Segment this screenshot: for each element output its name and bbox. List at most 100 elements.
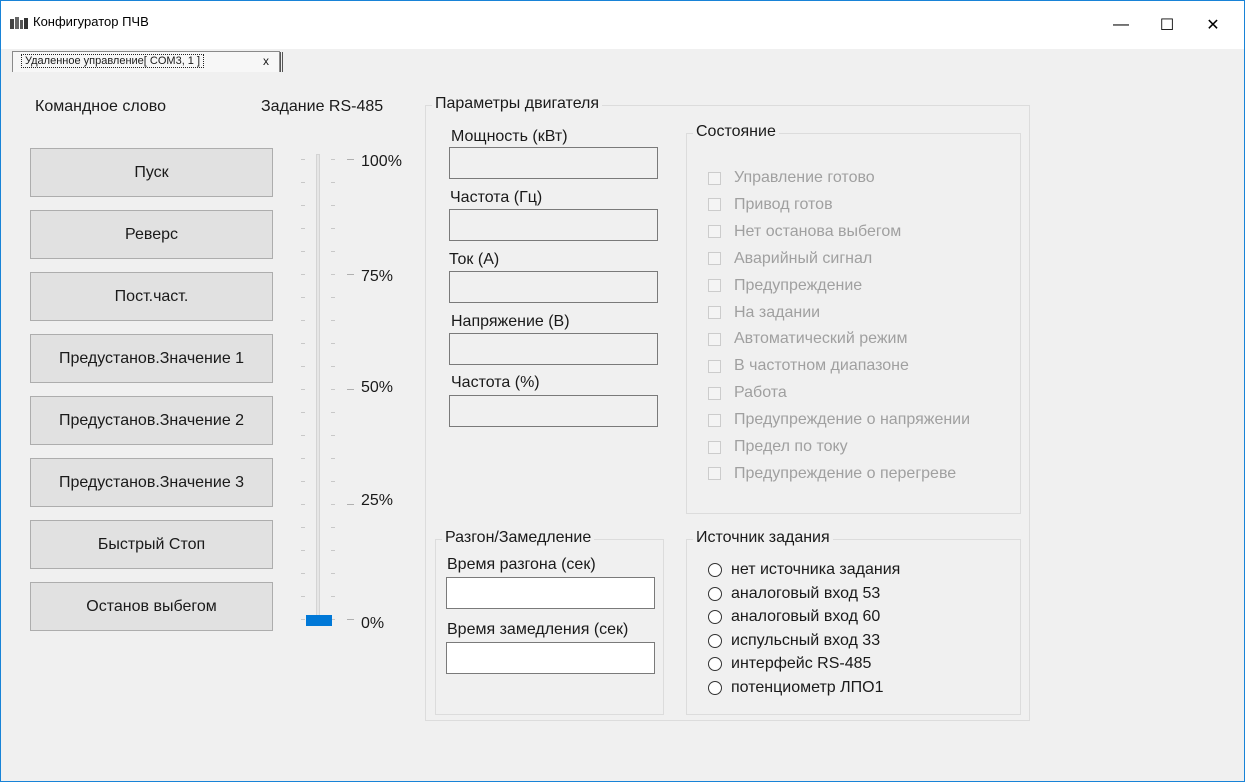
voltage-label: Напряжение (В) [451,313,570,330]
status-checkbox[interactable]: Управление готово [708,169,875,187]
current-field[interactable] [449,271,658,303]
slider-tick [331,274,335,275]
slider-tick [301,481,305,482]
status-checkbox-label: В частотном диапазоне [734,357,909,375]
preset-value-2-button[interactable]: Предустанов.Значение 2 [30,396,273,445]
radio-button-icon[interactable] [708,681,722,695]
checkbox-icon[interactable] [708,359,721,373]
window-title: Конфигуратор ПЧВ [33,14,149,29]
checkbox-icon[interactable] [708,252,721,266]
status-checkbox[interactable]: Нет останова выбегом [708,223,901,241]
ramp-title: Разгон/Замедление [442,529,595,547]
reverse-button[interactable]: Реверс [30,210,273,259]
setpoint-source-option[interactable]: аналоговый вход 60 [708,608,880,626]
status-checkbox[interactable]: Привод готов [708,196,833,214]
checkbox-icon[interactable] [708,440,721,454]
slider-tick [331,573,335,574]
slider-tick [331,389,335,390]
checkbox-icon[interactable] [708,413,721,427]
status-checkbox[interactable]: Аварийный сигнал [708,250,872,268]
power-field[interactable] [449,147,658,179]
status-checkbox[interactable]: На задании [708,304,820,322]
setpoint-source-option[interactable]: интерфейс RS-485 [708,655,871,673]
slider-tick [301,366,305,367]
slider-tick [331,251,335,252]
checkbox-icon[interactable] [708,467,721,481]
slider-tick [331,596,335,597]
checkbox-icon[interactable] [708,198,721,212]
document-tab-strip: Удаленное управление[ COM3, 1 ] x [1,49,1244,75]
slider-tick [301,458,305,459]
radio-button-icon[interactable] [708,657,722,672]
setpoint-source-label: интерфейс RS-485 [731,655,872,673]
app-window: Конфигуратор ПЧВ — ☐ ✕ Удаленное управле… [0,0,1245,782]
maximize-button[interactable]: ☐ [1144,1,1190,49]
checkbox-icon[interactable] [708,225,721,239]
status-checkbox-label: Аварийный сигнал [734,249,873,267]
slider-tick [331,504,335,505]
status-checkbox-label: Предупреждение о перегреве [734,464,957,482]
status-checkbox-label: Работа [734,384,787,402]
tab-close-button[interactable]: x [263,52,269,71]
status-checkbox[interactable]: Предел по току [708,438,848,456]
coast-stop-button[interactable]: Останов выбегом [30,582,273,631]
setpoint-source-label: аналоговый вход 60 [731,608,881,626]
command-word-heading: Командное слово [35,98,166,115]
setpoint-slider-thumb[interactable] [306,615,332,626]
decel-time-field[interactable] [446,642,655,674]
checkbox-icon[interactable] [708,171,721,185]
scale-label-25: 25% [361,492,394,509]
slider-tick [301,619,305,620]
checkbox-icon[interactable] [708,332,721,346]
slider-tick [301,389,305,390]
slider-major-tick [347,274,354,275]
status-checkbox-label: На задании [734,303,821,321]
setpoint-source-label: потенциометр ЛПО1 [731,679,884,696]
rs485-setpoint-heading: Задание RS-485 [261,98,384,115]
close-button[interactable]: ✕ [1190,1,1236,49]
setpoint-source-option[interactable]: испульсный вход 33 [708,632,880,650]
quick-stop-button[interactable]: Быстрый Стоп [30,520,273,569]
radio-button-icon[interactable] [708,563,722,577]
slider-tick [301,251,305,252]
checkbox-icon[interactable] [708,386,721,400]
tab-label: Удаленное управление[ COM3, 1 ] [21,54,205,68]
slider-tick [331,481,335,482]
slider-tick [301,274,305,275]
status-checkbox[interactable]: Автоматический режим [708,330,908,348]
title-bar[interactable]: Конфигуратор ПЧВ — ☐ ✕ [1,1,1244,49]
checkbox-icon[interactable] [708,306,721,319]
status-checkbox[interactable]: Предупреждение о напряжении [708,411,970,429]
radio-button-icon[interactable] [708,633,722,648]
minimize-button[interactable]: — [1098,1,1144,49]
radio-button-icon[interactable] [708,610,722,625]
decel-time-label: Время замедления (сек) [447,621,629,638]
setpoint-slider-track[interactable] [316,154,320,624]
constant-frequency-button[interactable]: Пост.част. [30,272,273,321]
setpoint-source-label: испульсный вход 33 [731,631,881,649]
start-button[interactable]: Пуск [30,148,273,197]
voltage-field[interactable] [449,333,658,365]
slider-tick [331,182,335,183]
tab-remote-control[interactable]: Удаленное управление[ COM3, 1 ] x [12,51,283,72]
status-checkbox[interactable]: В частотном диапазоне [708,357,909,375]
radio-button-icon[interactable] [708,586,722,601]
slider-major-tick [347,619,354,620]
slider-tick [301,573,305,574]
setpoint-source-option[interactable]: потенциометр ЛПО1 [708,679,883,697]
accel-time-field[interactable] [446,577,655,609]
setpoint-source-option[interactable]: аналоговый вход 53 [708,585,880,603]
app-icon [10,16,28,30]
status-checkbox[interactable]: Предупреждение [708,277,862,295]
frequency-percent-label: Частота (%) [451,374,540,391]
preset-value-3-button[interactable]: Предустанов.Значение 3 [30,458,273,507]
slider-tick [331,366,335,367]
status-checkbox[interactable]: Предупреждение о перегреве [708,465,956,483]
frequency-percent-field[interactable] [449,395,658,427]
preset-value-1-button[interactable]: Предустанов.Значение 1 [30,334,273,383]
setpoint-source-option[interactable]: нет источника задания [708,561,900,579]
frequency-hz-field[interactable] [449,209,658,241]
checkbox-icon[interactable] [708,279,721,293]
slider-tick [331,320,335,321]
status-checkbox[interactable]: Работа [708,384,787,402]
